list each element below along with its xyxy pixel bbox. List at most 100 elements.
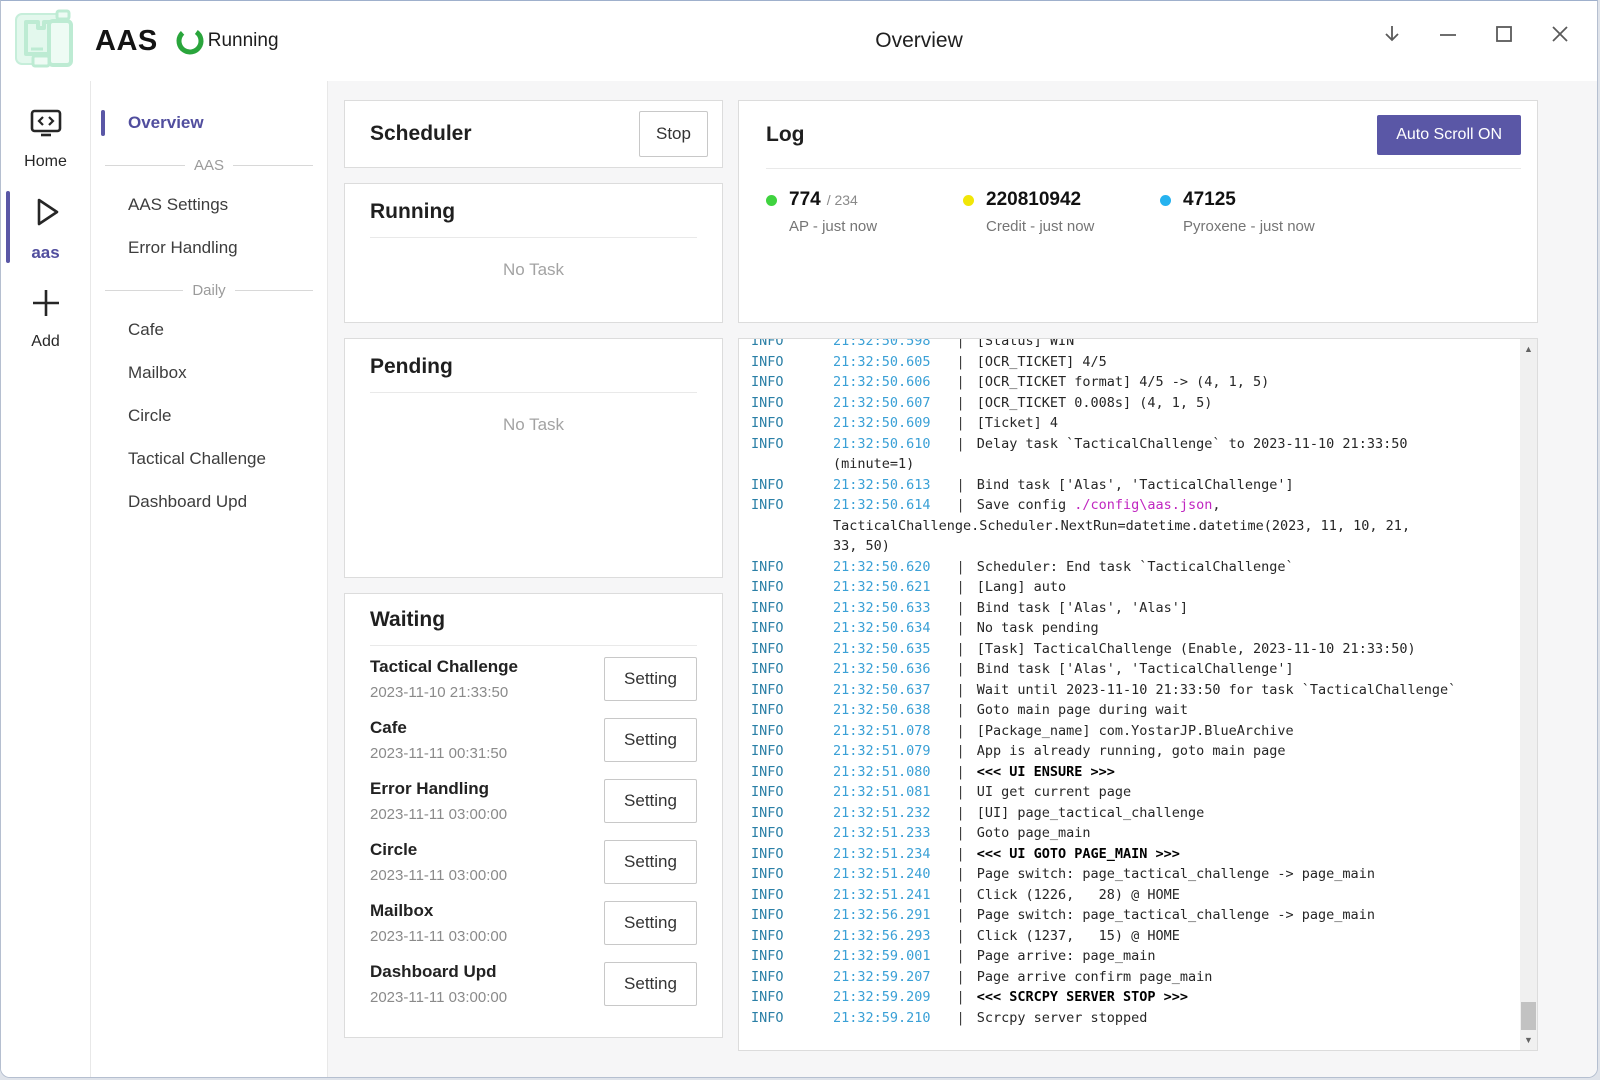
nav-section-aas: AAS [91, 146, 327, 185]
log-line: INFO21:32:50.621|[Lang] auto [751, 577, 1513, 598]
log-line: INFO21:32:51.080|<<< UI ENSURE >>> [751, 762, 1513, 783]
task-next-run: 2023-11-11 03:00:00 [370, 867, 507, 884]
log-line: INFO21:32:50.607|[OCR_TICKET 0.008s] (4,… [751, 393, 1513, 414]
dashboard-stats: 774 / 234 AP - just now 220810942 [766, 189, 1521, 235]
plus-icon [26, 283, 66, 328]
rail-item-add[interactable]: Add [1, 281, 90, 353]
maximize-icon[interactable] [1483, 13, 1525, 55]
stat-dot-icon [766, 195, 777, 206]
app-name: AAS [95, 25, 158, 58]
log-line: INFO21:32:51.240|Page switch: page_tacti… [751, 864, 1513, 885]
nav-item-cafe[interactable]: Cafe [91, 310, 327, 350]
nav-item-error-handling[interactable]: Error Handling [91, 228, 327, 268]
scrollbar-thumb[interactable] [1521, 1002, 1536, 1030]
stat-dot-icon [963, 195, 974, 206]
setting-button[interactable]: Setting [604, 718, 697, 762]
log-line: INFO21:32:50.637|Wait until 2023-11-10 2… [751, 680, 1513, 701]
log-line: INFO21:32:50.634|No task pending [751, 618, 1513, 639]
nav-item-circle[interactable]: Circle [91, 396, 327, 436]
log-line: INFO21:32:59.207|Page arrive confirm pag… [751, 967, 1513, 988]
waiting-task-row: Error Handling 2023-11-11 03:00:00 Setti… [370, 770, 697, 831]
app-window: AAS Running Overview [0, 0, 1598, 1078]
log-title: Log [766, 123, 804, 147]
stat-value: 774 [789, 189, 821, 211]
log-line: INFO21:32:51.241|Click (1226, 28) @ HOME [751, 885, 1513, 906]
log-line: INFO21:32:51.233|Goto page_main [751, 823, 1513, 844]
log-line: INFO21:32:51.081|UI get current page [751, 782, 1513, 803]
nav-item-mailbox[interactable]: Mailbox [91, 353, 327, 393]
log-line: INFO21:32:51.079|App is already running,… [751, 741, 1513, 762]
setting-button[interactable]: Setting [604, 840, 697, 884]
log-line: INFO21:32:51.232|[UI] page_tactical_chal… [751, 803, 1513, 824]
task-name: Cafe [370, 718, 507, 738]
auto-scroll-button[interactable]: Auto Scroll ON [1377, 115, 1521, 155]
running-status: Running [174, 25, 279, 57]
rail-item-label: Home [24, 153, 67, 171]
minimize-icon[interactable] [1427, 13, 1469, 55]
stop-button[interactable]: Stop [639, 111, 708, 157]
log-line: INFO21:32:50.610|Delay task `TacticalCha… [751, 434, 1513, 475]
running-panel: Running No Task [344, 183, 723, 323]
stat-item: 774 / 234 AP - just now [766, 189, 963, 235]
nav-item-overview[interactable]: Overview [91, 103, 327, 143]
rail-item-home[interactable]: Home [1, 101, 90, 173]
stat-suffix: / 234 [827, 192, 858, 208]
running-title: Running [370, 200, 697, 224]
log-scrollbar[interactable]: ▲ ▼ [1520, 339, 1537, 1050]
download-icon[interactable] [1371, 13, 1413, 55]
pending-title: Pending [370, 355, 697, 379]
task-next-run: 2023-11-11 03:00:00 [370, 928, 507, 945]
rail-item-label: aas [31, 243, 59, 263]
spinner-icon [174, 25, 206, 57]
scroll-down-icon[interactable]: ▼ [1520, 1032, 1537, 1048]
log-line: INFO21:32:51.078|[Package_name] com.Yost… [751, 721, 1513, 742]
nav-item-dashboard-upd[interactable]: Dashboard Upd [91, 482, 327, 522]
running-empty-text: No Task [370, 260, 697, 280]
titlebar: AAS Running Overview [1, 1, 1597, 81]
log-line: INFO21:32:51.234|<<< UI GOTO PAGE_MAIN >… [751, 844, 1513, 865]
task-name: Circle [370, 840, 507, 860]
pending-empty-text: No Task [370, 415, 697, 435]
stat-label: Credit - just now [986, 218, 1160, 235]
log-line: INFO21:32:50.598|[Status] WIN [751, 338, 1513, 352]
icon-rail: Home aas Add [1, 81, 91, 1077]
log-line: INFO21:32:56.293|Click (1237, 15) @ HOME [751, 926, 1513, 947]
task-next-run: 2023-11-11 00:31:50 [370, 745, 507, 762]
log-line: INFO21:32:50.609|[Ticket] 4 [751, 413, 1513, 434]
log-line: INFO21:32:50.613|Bind task ['Alas', 'Tac… [751, 475, 1513, 496]
divider [370, 645, 697, 646]
rail-item-aas[interactable]: aas [1, 189, 90, 265]
setting-button[interactable]: Setting [604, 901, 697, 945]
setting-button[interactable]: Setting [604, 657, 697, 701]
log-lines: INFO21:32:50.598|[Status] WININFO21:32:5… [751, 338, 1537, 1028]
divider [370, 237, 697, 238]
log-line: INFO21:32:59.001|Page arrive: page_main [751, 946, 1513, 967]
scheduler-panel: Scheduler Stop [344, 100, 723, 168]
task-next-run: 2023-11-11 03:00:00 [370, 989, 507, 1006]
close-icon[interactable] [1539, 13, 1581, 55]
log-line: INFO21:32:50.614|Save config ./config\aa… [751, 495, 1513, 557]
task-name: Dashboard Upd [370, 962, 507, 982]
window-controls [1371, 13, 1581, 55]
log-output-panel: INFO21:32:50.598|[Status] WININFO21:32:5… [738, 338, 1538, 1051]
task-name: Tactical Challenge [370, 657, 518, 677]
stat-value: 220810942 [986, 189, 1081, 211]
log-line: INFO21:32:50.605|[OCR_TICKET] 4/5 [751, 352, 1513, 373]
log-line: INFO21:32:50.633|Bind task ['Alas', 'Ala… [751, 598, 1513, 619]
setting-button[interactable]: Setting [604, 779, 697, 823]
stat-value: 47125 [1183, 189, 1236, 211]
play-icon [25, 191, 67, 238]
scroll-up-icon[interactable]: ▲ [1520, 341, 1537, 357]
log-line: INFO21:32:50.636|Bind task ['Alas', 'Tac… [751, 659, 1513, 680]
task-name: Error Handling [370, 779, 507, 799]
status-label: Running [208, 30, 279, 52]
setting-button[interactable]: Setting [604, 962, 697, 1006]
nav-item-aas-settings[interactable]: AAS Settings [91, 185, 327, 225]
stat-label: Pyroxene - just now [1183, 218, 1357, 235]
divider [766, 168, 1521, 169]
stat-label: AP - just now [789, 218, 963, 235]
nav-item-tactical-challenge[interactable]: Tactical Challenge [91, 439, 327, 479]
waiting-task-row: Cafe 2023-11-11 00:31:50 Setting [370, 709, 697, 770]
pending-panel: Pending No Task [344, 338, 723, 578]
log-panel: Log Auto Scroll ON 774 / 234 AP - jus [738, 100, 1538, 323]
